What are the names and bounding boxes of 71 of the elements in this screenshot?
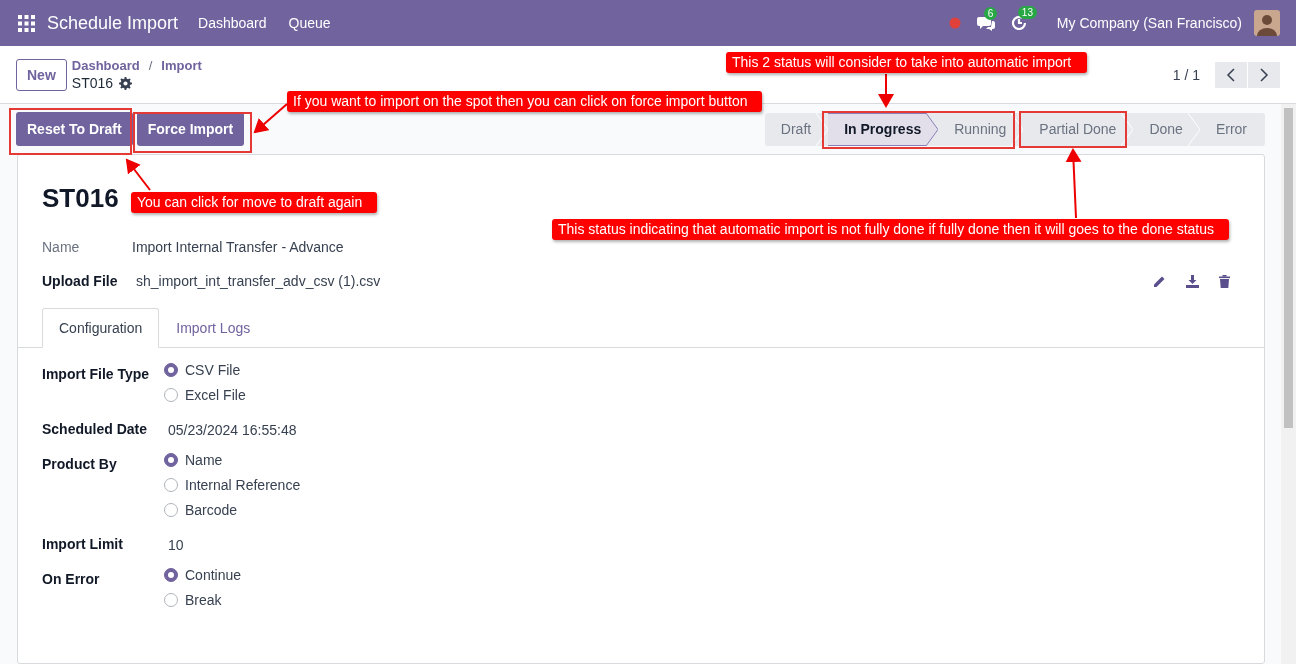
menu-item[interactable]: Queue [288,15,331,31]
field-label: Scheduled Date [42,420,149,438]
app-title[interactable]: Schedule Import [47,12,179,34]
radio-button[interactable] [164,568,178,582]
option-label[interactable]: Name [185,452,223,468]
field-value: Import Internal Transfer - Advance [132,239,344,255]
field-label: Import File Type [42,365,151,384]
file-name[interactable]: sh_import_int_transfer_adv_csv (1).csv [132,273,1153,289]
option-label[interactable]: Break [185,592,222,608]
download-icon[interactable] [1186,274,1199,288]
record-name: ST016 [71,75,114,91]
arrow [125,158,151,191]
status-stage[interactable]: Partial Done [1023,112,1122,146]
arrow [253,103,288,134]
field-value: 05/23/2024 16:55:48 [167,421,297,438]
record-title: ST016 [42,183,119,214]
chevron-left-icon [1226,67,1236,82]
option-label[interactable]: CSV File [185,362,241,378]
breadcrumb-link[interactable]: Import [161,58,202,73]
pager-value: 1 / 1 [1172,66,1200,83]
field-label: Name [42,239,81,255]
trash-icon[interactable] [1219,274,1230,288]
avatar-icon[interactable] [1254,10,1280,36]
field-label: Product By [42,455,118,474]
callout-label: If you want to import on the spot then you can click on force import button [287,91,762,112]
breadcrumb-link[interactable]: Dashboard [71,58,140,73]
callout-label: This status indicating that automatic import is not fully done if fully done then it will goes to the done status [552,219,1229,240]
radio-button[interactable] [164,478,178,492]
status-stage[interactable]: Error [1199,112,1265,146]
chevron-right-icon [1259,67,1269,82]
record-dot-icon[interactable] [948,17,961,29]
action-button[interactable]: Force Import [136,112,245,146]
tab[interactable]: Configuration [42,308,160,348]
status-stage[interactable]: Running [938,112,1012,146]
chat-icon[interactable] [976,15,995,31]
pencil-icon[interactable] [1153,274,1166,288]
field-label: On Error [42,570,101,589]
tab[interactable]: Import Logs [159,308,268,348]
stage-separator [1121,112,1134,146]
status-stage[interactable]: Draft [764,112,817,146]
message-count: 6 [983,6,998,20]
field-label: Import Limit [42,535,124,553]
menu-icon[interactable] [18,14,35,32]
arrow [878,73,894,108]
previous-button[interactable] [1215,61,1247,88]
radio-button[interactable] [164,388,178,402]
status-stage[interactable]: Done [1133,112,1188,146]
field-label: Upload File [42,273,119,289]
callout-label: You can click for move to draft again [131,192,377,213]
option-label[interactable]: Continue [185,567,242,583]
company-name[interactable]: My Company (San Francisco) [1056,15,1242,31]
action-button[interactable]: Reset To Draft [16,112,133,146]
scrollbar[interactable] [1281,104,1296,664]
arrow [1065,148,1082,219]
stage-separator [1011,112,1024,146]
activity-count: 13 [1017,6,1037,19]
radio-button[interactable] [164,593,178,607]
clock-icon[interactable] [1010,15,1027,31]
option-label[interactable]: Excel File [185,387,246,403]
field-value: 10 [167,536,184,553]
radio-button[interactable] [164,363,178,377]
next-button[interactable] [1248,61,1280,88]
breadcrumb-separator: / [148,58,153,73]
settings-icon[interactable] [119,76,133,90]
new-button[interactable]: New [16,58,67,91]
option-label[interactable]: Barcode [185,502,238,518]
callout-label: This 2 status will consider to take into automatic import [726,52,1087,73]
radio-button[interactable] [164,503,178,517]
option-label[interactable]: Internal Reference [185,477,301,493]
radio-button[interactable] [164,453,178,467]
menu-item[interactable]: Dashboard [198,15,267,31]
